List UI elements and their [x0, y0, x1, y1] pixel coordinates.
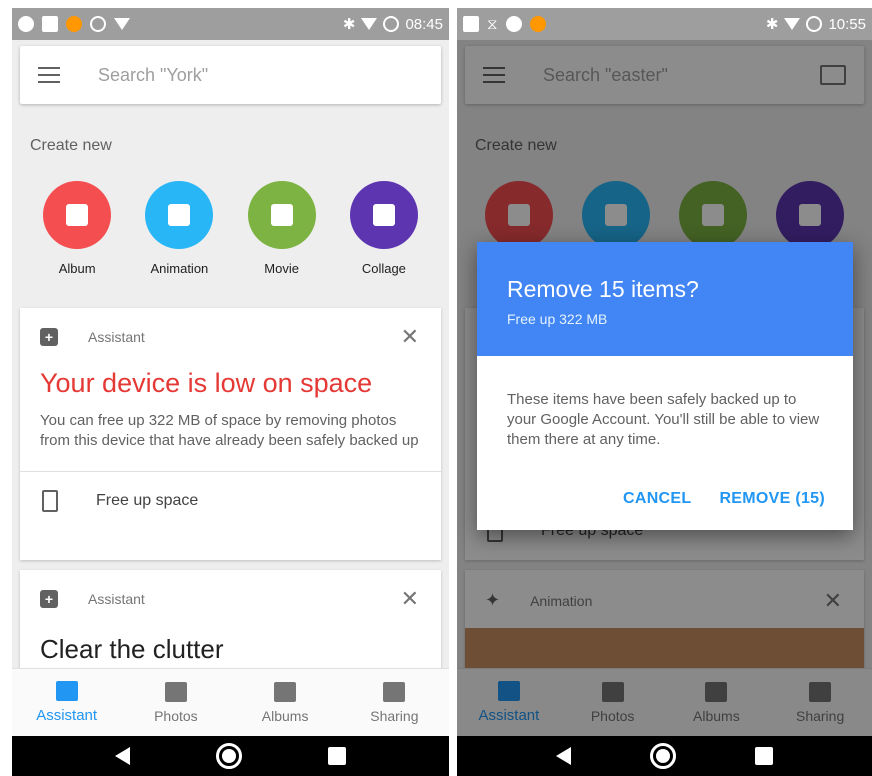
assistant-icon — [55, 681, 78, 701]
sharing-icon — [383, 681, 406, 702]
low-space-card: + Assistant ✕ Your device is low on spac… — [20, 308, 441, 560]
cloud-icon — [42, 16, 58, 32]
cancel-button[interactable]: CANCEL — [623, 490, 691, 508]
create-item-label: Collage — [361, 261, 406, 276]
whatsapp-icon — [18, 16, 34, 32]
collage-icon[interactable] — [349, 181, 418, 249]
dialog-body: These items have been safely backed up t… — [507, 391, 820, 448]
phone-check-icon — [42, 490, 58, 512]
assistant-icon: + — [40, 328, 58, 346]
recent-apps-icon[interactable] — [328, 747, 346, 765]
album-icon[interactable] — [43, 181, 112, 249]
sync-icon — [90, 16, 106, 32]
dialog-title: Remove 15 items? — [507, 276, 699, 302]
search-input[interactable]: Search "York" — [98, 65, 208, 86]
bluetooth-icon: ✱ — [765, 16, 779, 33]
recent-apps-icon[interactable] — [754, 747, 773, 765]
create-item-label: Album — [58, 261, 96, 276]
image-icon — [463, 16, 479, 32]
nav-label: Assistant — [36, 707, 98, 724]
photos-icon — [164, 681, 187, 702]
flag-icon — [114, 18, 130, 30]
create-new-label: Create new — [30, 137, 112, 154]
nav-sharing[interactable]: Sharing — [340, 669, 449, 736]
wifi-icon — [784, 18, 801, 30]
clutter-card: + Assistant ✕ Clear the clutter — [20, 570, 441, 680]
dialog-actions: CANCEL REMOVE (15) — [623, 490, 825, 508]
search-bar[interactable]: Search "York" — [20, 46, 441, 104]
nav-albums[interactable]: Albums — [231, 669, 340, 736]
nav-photos[interactable]: Photos — [121, 669, 230, 736]
system-navigation-bar — [12, 736, 449, 776]
whatsapp-icon — [505, 16, 522, 32]
assistant-icon: + — [40, 590, 58, 608]
dialog-subtitle: Free up 322 MB — [507, 311, 608, 327]
close-icon[interactable]: ✕ — [401, 326, 419, 348]
remove-button[interactable]: REMOVE (15) — [719, 490, 825, 508]
left-phone-screen: ✱ 08:45 Search "York" Create new Album A… — [12, 8, 449, 776]
movie-icon[interactable] — [247, 181, 316, 249]
free-up-space-label: Free up space — [96, 492, 199, 509]
remove-items-dialog: Remove 15 items? Free up 322 MB These it… — [477, 242, 853, 530]
back-icon[interactable] — [115, 747, 130, 765]
card-label: Assistant — [88, 329, 145, 345]
nav-label: Sharing — [370, 707, 419, 724]
close-icon[interactable]: ✕ — [401, 588, 419, 610]
create-animation-button[interactable]: Animation — [139, 181, 219, 281]
albums-icon — [274, 681, 297, 702]
notification-app-icon — [66, 16, 82, 32]
card-label: Assistant — [88, 591, 145, 607]
create-item-label: Animation — [150, 261, 209, 276]
card-title: Your device is low on space — [40, 368, 373, 398]
status-time: 10:55 — [828, 15, 866, 33]
create-new-row: Album Animation Movie Collage — [12, 181, 449, 281]
bluetooth-icon: ✱ — [342, 16, 356, 33]
dialog-header: Remove 15 items? Free up 322 MB — [477, 242, 853, 356]
status-time: 08:45 — [405, 15, 443, 33]
battery-icon — [806, 16, 823, 32]
notification-app-icon — [529, 16, 546, 32]
nav-label: Photos — [154, 707, 198, 724]
create-item-label: Movie — [264, 261, 299, 276]
battery-icon — [383, 16, 400, 32]
card-body: You can free up 322 MB of space by remov… — [40, 412, 419, 449]
home-icon[interactable] — [649, 743, 676, 769]
card-title: Clear the clutter — [40, 634, 224, 664]
back-icon[interactable] — [556, 747, 572, 765]
nav-label: Albums — [261, 707, 309, 724]
create-movie-button[interactable]: Movie — [242, 181, 322, 281]
status-bar: ⧖ ✱ 10:55 — [457, 8, 872, 40]
home-icon[interactable] — [216, 743, 242, 769]
bottom-navigation: Assistant Photos Albums Sharing — [12, 668, 449, 736]
hourglass-icon: ⧖ — [487, 15, 498, 33]
create-collage-button[interactable]: Collage — [344, 181, 424, 281]
nav-assistant[interactable]: Assistant — [12, 669, 121, 736]
right-phone-screen: ⧖ ✱ 10:55 Search "easter" Create new Fre… — [457, 8, 872, 776]
free-up-space-button[interactable]: Free up space — [20, 472, 441, 530]
animation-icon[interactable] — [145, 181, 214, 249]
wifi-icon — [361, 18, 378, 30]
menu-icon[interactable] — [38, 67, 60, 83]
system-navigation-bar — [457, 736, 872, 776]
status-bar: ✱ 08:45 — [12, 8, 449, 40]
create-album-button[interactable]: Album — [37, 181, 117, 281]
